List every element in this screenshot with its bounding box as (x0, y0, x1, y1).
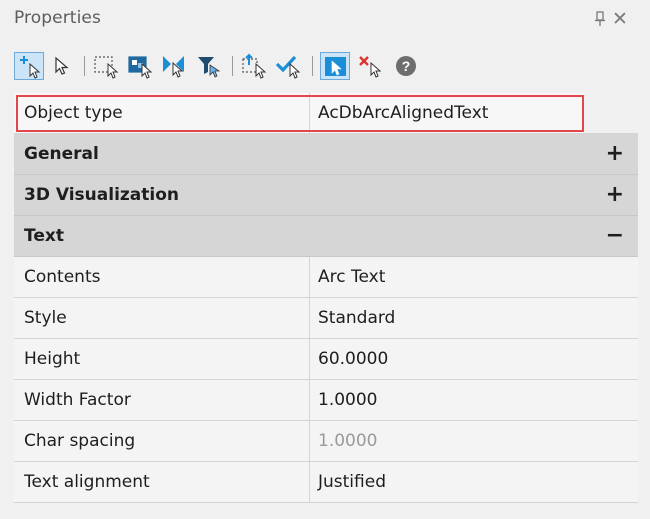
toolbar-separator (312, 56, 313, 76)
object-type-highlight (16, 95, 584, 132)
property-value[interactable]: 60.0000 (310, 339, 638, 379)
property-row-char-spacing: Char spacing 1.0000 (14, 421, 638, 462)
properties-grid: Object type AcDbArcAlignedText General +… (14, 93, 638, 503)
property-label: Width Factor (14, 380, 310, 420)
property-row-contents[interactable]: Contents Arc Text (14, 257, 638, 298)
help-icon[interactable]: ? (392, 52, 422, 80)
pin-icon[interactable] (594, 11, 606, 27)
quick-select-icon[interactable] (240, 52, 270, 80)
property-value[interactable]: Standard (310, 298, 638, 338)
expand-icon[interactable]: + (606, 175, 624, 215)
crossing-select-icon[interactable] (126, 52, 156, 80)
deselect-icon[interactable] (356, 52, 386, 80)
properties-panel: Properties ✕ ? Object type AcDbArcAligne… (0, 0, 650, 519)
category-3d-visualization[interactable]: 3D Visualization + (14, 175, 638, 216)
select-similar-icon[interactable] (274, 52, 304, 80)
category-label: General (24, 144, 99, 164)
category-text[interactable]: Text − (14, 216, 638, 257)
property-value[interactable]: Arc Text (310, 257, 638, 297)
svg-text:?: ? (402, 58, 411, 74)
property-value[interactable]: Justified (310, 462, 638, 502)
title-bar: Properties ✕ (0, 0, 650, 40)
property-label: Height (14, 339, 310, 379)
object-type-row[interactable]: Object type AcDbArcAlignedText (14, 93, 638, 134)
toggle-pickadd-icon[interactable] (320, 52, 350, 80)
property-label: Style (14, 298, 310, 338)
expand-icon[interactable]: + (606, 134, 624, 174)
property-label: Contents (14, 257, 310, 297)
property-row-style[interactable]: Style Standard (14, 298, 638, 339)
property-value-disabled: 1.0000 (318, 431, 378, 451)
toolbar-separator (84, 56, 85, 76)
add-selection-icon[interactable] (14, 52, 44, 80)
category-label: 3D Visualization (24, 185, 179, 205)
property-row-height[interactable]: Height 60.0000 (14, 339, 638, 380)
toolbar: ? (0, 40, 650, 86)
invert-selection-icon[interactable] (160, 52, 190, 80)
window-select-icon[interactable] (92, 52, 122, 80)
property-row-text-alignment[interactable]: Text alignment Justified (14, 462, 638, 503)
collapse-icon[interactable]: − (606, 216, 624, 256)
property-value[interactable]: 1.0000 (310, 380, 638, 420)
toolbar-separator (232, 56, 233, 76)
filter-icon[interactable] (194, 52, 224, 80)
panel-title: Properties (14, 8, 101, 28)
category-label: Text (24, 226, 64, 246)
select-objects-icon[interactable] (46, 52, 76, 80)
object-type-blank (584, 93, 638, 133)
property-row-width-factor[interactable]: Width Factor 1.0000 (14, 380, 638, 421)
close-icon[interactable]: ✕ (612, 7, 628, 31)
category-general[interactable]: General + (14, 134, 638, 175)
property-label: Text alignment (14, 462, 310, 502)
property-label: Char spacing (14, 421, 310, 461)
